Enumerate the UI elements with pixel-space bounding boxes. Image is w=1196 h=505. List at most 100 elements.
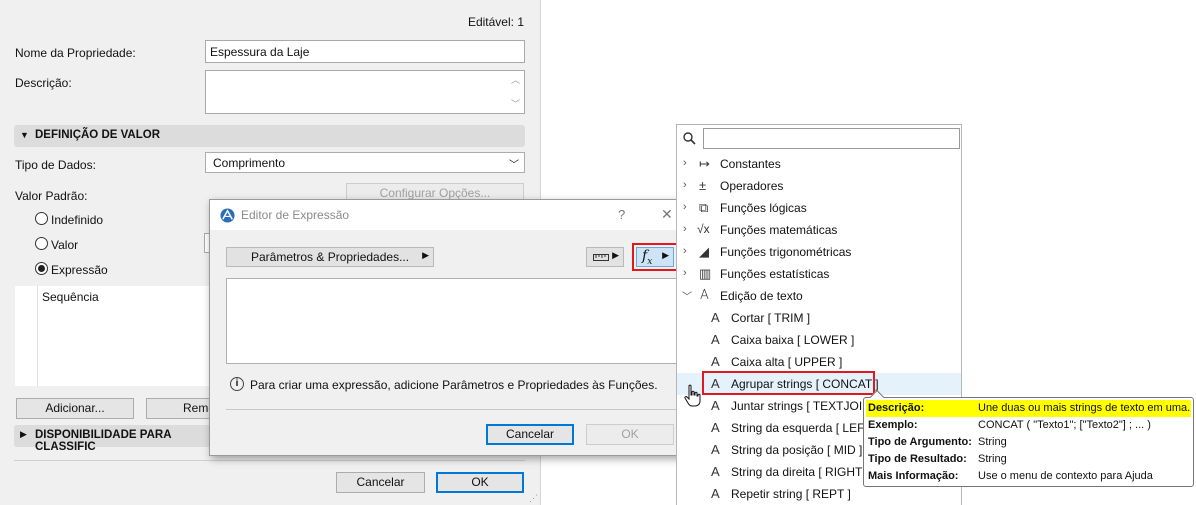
tree-category-text-editing[interactable]: ﹀ A Edição de texto	[677, 285, 961, 307]
tree-category-label: Funções trigonométricas	[720, 245, 852, 259]
scroll-up-icon[interactable]: ︿	[511, 73, 520, 86]
tooltip-description-row: Descrição: Une duas ou mais strings de t…	[866, 400, 1191, 417]
operators-icon: ±	[699, 178, 707, 193]
tooltip-example-row: Exemplo: CONCAT ( "Texto1"; ["Texto2"] ;…	[866, 417, 1191, 434]
text-function-icon: A	[711, 464, 720, 479]
text-editing-icon: A	[700, 288, 709, 303]
function-label: Juntar strings [ TEXTJOIN ]	[731, 399, 878, 413]
expand-triangle-icon: ▶	[20, 429, 27, 439]
function-label: Caixa alta [ UPPER ]	[731, 355, 843, 369]
resize-grip-icon[interactable]: ⋰	[529, 493, 538, 504]
parameters-properties-button[interactable]: Parâmetros & Propriedades... ▶	[226, 247, 434, 267]
function-tooltip: Descrição: Une duas ou mais strings de t…	[863, 389, 1194, 487]
tree-category-stats[interactable]: › ▥ Funções estatísticas	[677, 263, 961, 285]
app-logo-icon	[220, 208, 235, 223]
description-textarea[interactable]: ︿ ﹀	[205, 70, 525, 114]
arrow-right-icon: ▶	[662, 250, 669, 260]
default-value-label: Valor Padrão:	[15, 189, 88, 203]
dialog-divider	[226, 409, 681, 410]
help-icon[interactable]: ?	[618, 207, 625, 222]
search-input[interactable]	[703, 128, 960, 149]
remove-button[interactable]: Remo	[146, 398, 215, 419]
text-function-icon: A	[711, 354, 720, 369]
sequence-label: Sequência	[42, 290, 99, 304]
dialog-cancel-button[interactable]: Cancelar	[486, 424, 574, 445]
data-type-value: Comprimento	[213, 156, 286, 170]
chevron-right-icon: ›	[683, 267, 687, 279]
tooltip-value: Use o menu de contexto para Ajuda	[978, 470, 1153, 482]
function-trim[interactable]: A Cortar [ TRIM ]	[677, 307, 961, 329]
info-text: Para criar uma expressão, adicione Parâm…	[250, 378, 658, 392]
divider	[14, 460, 525, 461]
logic-functions-icon: ⧉	[699, 200, 709, 215]
tooltip-value: String	[978, 453, 1007, 465]
dialog-titlebar[interactable]: Editor de Expressão ? ✕	[210, 200, 686, 230]
function-label: Repetir string [ REPT ]	[731, 487, 851, 501]
functions-button[interactable]: fx ▶	[636, 247, 674, 267]
close-icon[interactable]: ✕	[661, 206, 673, 223]
availability-header[interactable]: ▶ DISPONIBILIDADE PARA CLASSIFIC	[14, 425, 210, 453]
radio-undefined[interactable]	[35, 212, 48, 225]
units-button[interactable]: ▶	[586, 247, 624, 267]
text-function-icon: A	[711, 486, 720, 501]
arrow-right-icon: ▶	[612, 250, 619, 260]
expression-text-area[interactable]	[226, 278, 681, 364]
math-functions-icon: √x	[697, 222, 710, 236]
text-function-icon: A	[711, 398, 720, 413]
stats-functions-icon: ▥	[699, 266, 712, 281]
tooltip-argument-type-row: Tipo de Argumento: String	[866, 434, 1191, 451]
radio-value[interactable]	[35, 237, 48, 250]
ruler-icon	[593, 254, 609, 261]
text-function-icon: A	[711, 442, 720, 457]
editable-count: Editável: 1	[467, 15, 524, 29]
chevron-right-icon: ›	[683, 245, 687, 257]
function-label: Caixa baixa [ LOWER ]	[731, 333, 855, 347]
scroll-down-icon[interactable]: ﹀	[511, 97, 520, 110]
tooltip-key: Exemplo:	[868, 419, 918, 431]
radio-value-label: Valor	[51, 238, 79, 252]
tree-category-label: Funções estatísticas	[720, 267, 830, 281]
tree-category-label: Edição de texto	[720, 289, 803, 303]
cancel-button[interactable]: Cancelar	[336, 472, 425, 493]
function-lower[interactable]: A Caixa baixa [ LOWER ]	[677, 329, 961, 351]
dialog-ok-button[interactable]: OK	[586, 424, 674, 445]
tree-category-logic[interactable]: › ⧉ Funções lógicas	[677, 197, 961, 219]
tree-category-label: Funções lógicas	[720, 201, 807, 215]
description-label: Descrição:	[15, 76, 72, 90]
expression-editor-dialog: Editor de Expressão ? ✕ Parâmetros & Pro…	[209, 199, 687, 456]
availability-title: DISPONIBILIDADE PARA CLASSIFIC	[35, 429, 172, 453]
function-label: String da posição [ MID ]	[731, 443, 863, 457]
function-upper[interactable]: A Caixa alta [ UPPER ]	[677, 351, 961, 373]
search-icon	[683, 132, 696, 145]
tooltip-value: CONCAT ( "Texto1"; ["Texto2"] ; ... )	[978, 419, 1151, 431]
dialog-title: Editor de Expressão	[241, 208, 350, 222]
property-name-label: Nome da Propriedade:	[15, 46, 136, 60]
tree-category-label: Constantes	[720, 157, 781, 171]
add-button[interactable]: Adicionar...	[16, 398, 134, 419]
chevron-down-icon: ﹀	[509, 160, 519, 171]
tree-category-trig[interactable]: › ◢ Funções trigonométricas	[677, 241, 961, 263]
chevron-right-icon: ›	[683, 179, 687, 191]
tree-category-math[interactable]: › √x Funções matemáticas	[677, 219, 961, 241]
property-name-value: Espessura da Laje	[210, 45, 310, 59]
concat-highlight-box	[702, 371, 875, 395]
sequence-area[interactable]: Sequência	[15, 286, 211, 386]
chevron-down-icon: ﹀	[682, 292, 692, 303]
data-type-select[interactable]: Comprimento ﹀	[205, 152, 525, 173]
radio-expression[interactable]	[35, 262, 48, 275]
function-fx-icon: fx	[642, 248, 653, 267]
tree-category-constants[interactable]: › ↦ Constantes	[677, 153, 961, 175]
chevron-right-icon: ›	[683, 223, 687, 235]
ok-button[interactable]: OK	[436, 472, 524, 493]
property-name-input[interactable]: Espessura da Laje	[205, 40, 525, 63]
trig-functions-icon: ◢	[699, 244, 709, 259]
tree-category-operators[interactable]: › ± Operadores	[677, 175, 961, 197]
function-label: Cortar [ TRIM ]	[731, 311, 811, 325]
radio-undefined-label: Indefinido	[51, 213, 104, 227]
text-function-icon: A	[711, 420, 720, 435]
tree-category-label: Funções matemáticas	[720, 223, 838, 237]
value-definition-header[interactable]: ▼ DEFINIÇÃO DE VALOR	[14, 125, 525, 147]
collapse-triangle-icon: ▼	[20, 130, 29, 140]
text-function-icon: A	[711, 310, 720, 325]
hand-cursor-icon	[684, 384, 701, 407]
